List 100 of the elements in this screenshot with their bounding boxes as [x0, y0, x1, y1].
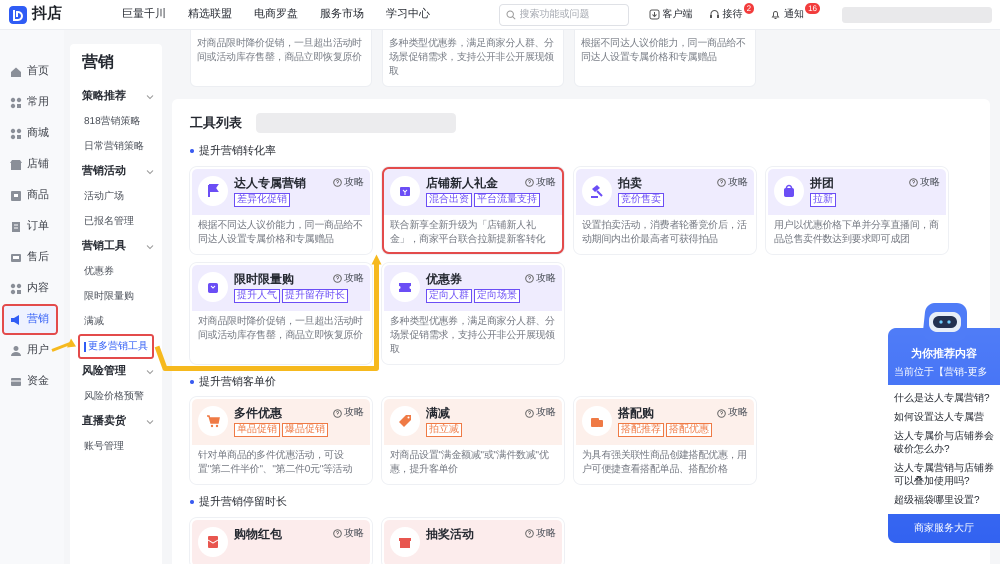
- nav-item[interactable]: 订单: [2, 211, 58, 242]
- tool-title: 限时限量购: [234, 272, 294, 286]
- toolbar-button[interactable]: 接待 2: [706, 2, 756, 26]
- tag: 混合出资: [426, 192, 472, 206]
- search-field[interactable]: 搜索功能或问题: [498, 4, 629, 26]
- menu-item[interactable]: 818营销策略: [78, 109, 154, 134]
- tool-description: 联合新享全新升级为「店铺新人礼金」，商家平台联合拉新提新客转化: [389, 218, 546, 246]
- menu-item[interactable]: 活动广场: [78, 184, 154, 209]
- store-icon: [10, 158, 22, 170]
- help-icon: [525, 178, 534, 187]
- guide-link[interactable]: 攻略: [333, 176, 364, 190]
- assistant-location: 当前位于【营销-更多: [893, 366, 988, 380]
- logo-icon: [8, 4, 28, 24]
- nav-link[interactable]: 电商罗盘: [254, 6, 298, 23]
- menu-group[interactable]: 策略推荐: [82, 84, 162, 109]
- nav-item[interactable]: 店铺: [2, 149, 58, 180]
- nav-item[interactable]: 商品: [2, 180, 58, 211]
- tool-card[interactable]: 搭配购 攻略 搭配推荐 搭配优惠 为具有强关联性商品创建搭配优惠，用户可便捷查看搭配单品、搭配价格: [574, 397, 756, 484]
- menu-item[interactable]: 优惠券: [78, 259, 154, 284]
- tag: 拉新: [810, 192, 836, 206]
- tool-card[interactable]: 限时限量购 攻略 提升人气 提升留存时长 对商品限时降价促销，一旦超出活动时间或活动库存售罄，商品立即恢复原价: [190, 262, 372, 364]
- grid-icon: [10, 128, 22, 140]
- guide-link[interactable]: 攻略: [525, 176, 556, 190]
- question-link[interactable]: 超级福袋哪里设置?: [894, 490, 994, 510]
- nav-item[interactable]: 内容: [2, 273, 58, 304]
- guide-link[interactable]: 攻略: [717, 176, 748, 190]
- help-icon: [717, 178, 726, 187]
- tool-card[interactable]: 拍卖 攻略 竞价售卖 设置拍卖活动，消费者轮番竞价后，活动期间内出价最高者可获得拍品: [574, 166, 756, 254]
- service-hall-button[interactable]: 商家服务大厅: [888, 514, 1000, 542]
- nav-item[interactable]: 常用: [2, 87, 58, 118]
- help-icon: [525, 408, 534, 418]
- toolbar-button[interactable]: 客户端: [646, 2, 695, 26]
- menu-item[interactable]: 日常营销策略: [78, 134, 154, 159]
- tool-card[interactable]: 多件优惠 攻略 单品促销 爆品促销 针对单商品的多件优惠活动，可设置"第二件半价"、"第二件0元"等活动: [190, 397, 372, 484]
- home-icon: [10, 66, 22, 78]
- tool-card[interactable]: 满减 攻略 拍立减 对商品设置"满金额减"或"满件数减"优惠，提升客单价: [382, 397, 564, 484]
- tag: 提升人气: [234, 288, 280, 302]
- menu-item[interactable]: 账号管理: [78, 434, 154, 459]
- tool-title: 拍卖: [618, 176, 642, 190]
- toolbar-button[interactable]: 通知 16: [768, 2, 822, 26]
- nav-item[interactable]: 用户: [2, 335, 58, 366]
- notification-badge: 16: [805, 2, 820, 14]
- guide-link[interactable]: 攻略: [333, 526, 364, 540]
- menu-group[interactable]: 营销活动: [82, 159, 162, 184]
- person-icon: [10, 344, 22, 356]
- nav-link[interactable]: 精选联盟: [188, 6, 232, 23]
- guide-link[interactable]: 攻略: [525, 526, 556, 540]
- headset-icon: [708, 9, 720, 20]
- menu-group[interactable]: 营销工具: [82, 234, 162, 259]
- section-heading: 提升营销客单价: [199, 374, 276, 390]
- menu-item[interactable]: 限时限量购: [78, 284, 154, 309]
- guide-link[interactable]: 攻略: [525, 406, 556, 420]
- chevron-icon: [146, 418, 154, 426]
- annotation-arrow: [51, 338, 76, 352]
- tool-description: 用户以优惠价格下单并分享直播间，商品总售卖件数达到要求即可成团: [773, 218, 940, 246]
- nav-link[interactable]: 学习中心: [386, 6, 430, 23]
- question-link[interactable]: 如何设置达人专属营: [894, 408, 994, 426]
- tool-card[interactable]: 优惠券 攻略 定向人群 定向场景 多种类型优惠券，满足商家分人群、分场景促销需求，支持公开非公开展现领取: [382, 262, 564, 364]
- tool-card[interactable]: 购物红包 攻略: [190, 518, 372, 564]
- tag: 单品促销: [234, 423, 280, 437]
- menu-item[interactable]: 满减: [78, 309, 154, 334]
- question-link[interactable]: 达人专属价与店铺券会破价怎么办?: [894, 426, 994, 458]
- tag: 差异化促销: [234, 192, 290, 206]
- tool-title: 达人专属营销: [234, 176, 306, 190]
- tool-card[interactable]: 抽奖活动 攻略: [382, 518, 564, 564]
- tag: 定向人群: [426, 288, 472, 302]
- tag: 定向场景: [474, 288, 520, 302]
- chevron-icon: [146, 242, 154, 250]
- nav-link[interactable]: 巨量千川: [122, 6, 166, 23]
- nav-item[interactable]: 售后: [2, 242, 58, 273]
- help-icon: [717, 408, 726, 418]
- nav-item[interactable]: 商城: [2, 118, 58, 149]
- guide-link[interactable]: 攻略: [717, 406, 748, 420]
- guide-link[interactable]: 攻略: [333, 272, 364, 286]
- menu-item[interactable]: 更多营销工具: [78, 334, 154, 359]
- menu-item[interactable]: 已报名管理: [78, 209, 154, 234]
- menu-group[interactable]: 风险管理: [82, 359, 162, 384]
- tool-card[interactable]: 达人专属营销 攻略 差异化促销 根据不同达人议价能力，同一商品给不同达人设置专属价格和专属赠品: [190, 166, 372, 254]
- grid-icon: [10, 282, 22, 294]
- tool-title: 购物红包: [234, 526, 282, 542]
- tool-description: 根据不同达人议价能力，同一商品给不同达人设置专属价格和专属赠品: [197, 218, 364, 246]
- nav-item[interactable]: 营销: [2, 304, 58, 335]
- tag: 竞价售卖: [618, 192, 664, 206]
- guide-link[interactable]: 攻略: [525, 272, 556, 286]
- menu-item[interactable]: 风险价格预警: [78, 384, 154, 409]
- tool-card[interactable]: 店铺新人礼金 攻略 混合出资 平台流量支持 联合新享全新升级为「店铺新人礼金」，商家平台联合拉新提新客转化: [382, 166, 564, 254]
- nav-link[interactable]: 服务市场: [320, 6, 364, 23]
- grid-icon: [10, 96, 22, 108]
- menu-group[interactable]: 直播卖货: [82, 409, 162, 434]
- megaphone-icon: [10, 314, 22, 326]
- nav-item[interactable]: 资金: [2, 366, 58, 397]
- guide-link[interactable]: 攻略: [909, 176, 940, 190]
- tool-card-description: 对商品限时降价促销，一旦超出活动时间或活动库存售罄，商品立即恢复原价: [190, 30, 372, 87]
- nav-item[interactable]: 首页: [2, 56, 58, 87]
- tool-card[interactable]: 拼团 攻略 拉新 用户以优惠价格下单并分享直播间，商品总售卖件数达到要求即可成团: [766, 166, 948, 254]
- guide-link[interactable]: 攻略: [333, 406, 364, 420]
- tool-title: 拼团: [810, 176, 834, 190]
- question-link[interactable]: 什么是达人专属营销?: [894, 388, 994, 408]
- question-link[interactable]: 达人专属营销与店铺券可以叠加使用吗?: [894, 458, 994, 490]
- tool-description: 多种类型优惠券，满足商家分人群、分场景促销需求，支持公开非公开展现领取: [389, 314, 556, 356]
